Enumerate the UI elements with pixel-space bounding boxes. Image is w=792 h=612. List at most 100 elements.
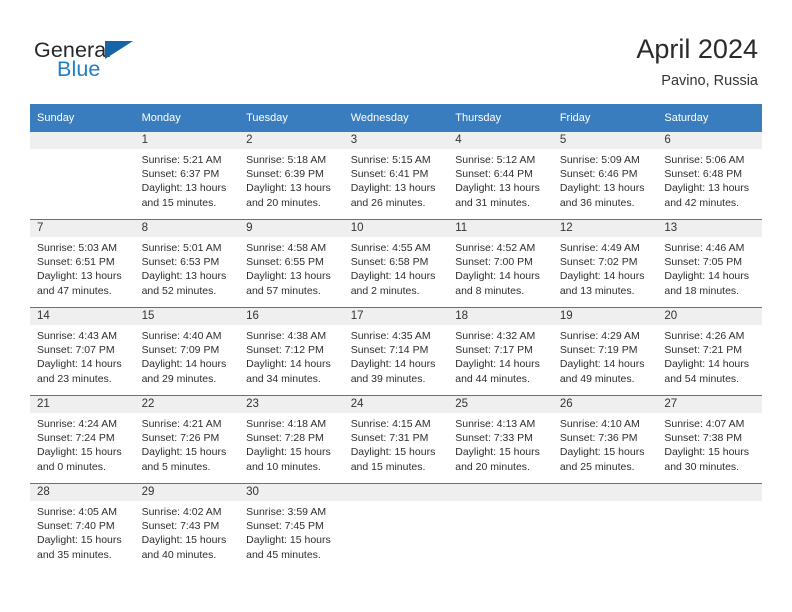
calendar-day-cell[interactable]: 25 Sunrise: 4:13 AM Sunset: 7:33 PM Dayligh… xyxy=(448,395,553,483)
day-number: 16 xyxy=(239,308,344,325)
calendar-day-cell[interactable]: 6 Sunrise: 5:06 AM Sunset: 6:48 PM Daylight… xyxy=(657,131,762,219)
day-cell-inner: 22 Sunrise: 4:21 AM Sunset: 7:26 PM Dayligh… xyxy=(134,395,240,483)
day-number: 29 xyxy=(134,484,240,501)
calendar-day-cell[interactable]: 17 Sunrise: 4:35 AM Sunset: 7:14 PM Dayligh… xyxy=(343,307,449,395)
day-number: 24 xyxy=(343,396,449,413)
calendar-day-cell[interactable]: 15 Sunrise: 4:40 AM Sunset: 7:09 PM Dayligh… xyxy=(134,307,240,395)
day-cell-details: Sunrise: 4:26 AM Sunset: 7:21 PM Daylight:… xyxy=(657,325,762,386)
calendar-day-cell[interactable]: 16 Sunrise: 4:38 AM Sunset: 7:12 PM Dayligh… xyxy=(239,307,344,395)
calendar-day-cell[interactable]: 14 Sunrise: 4:43 AM Sunset: 7:07 PM Dayligh… xyxy=(30,307,135,395)
page-title: April 2024 xyxy=(636,34,758,64)
sunset-text: Sunset: 6:46 PM xyxy=(559,168,638,181)
calendar-day-cell[interactable]: 1 Sunrise: 5:21 AM Sunset: 6:37 PM Daylight… xyxy=(134,131,240,219)
day-number: 18 xyxy=(448,308,553,325)
day-cell-inner xyxy=(552,483,658,571)
day-number: 19 xyxy=(552,308,658,325)
calendar-day-cell[interactable]: 3 Sunrise: 5:15 AM Sunset: 6:41 PM Daylight… xyxy=(343,131,449,219)
sunset-text: Sunset: 7:38 PM xyxy=(664,432,743,445)
calendar-day-cell[interactable]: 12 Sunrise: 4:49 AM Sunset: 7:02 PM Dayligh… xyxy=(552,219,658,307)
sunset-text: Sunset: 6:55 PM xyxy=(246,256,324,269)
sunrise-text: Sunrise: 4:32 AM xyxy=(455,330,536,342)
calendar-day-cell[interactable]: 30 Sunrise: 3:59 AM Sunset: 7:45 PM Dayligh… xyxy=(239,483,344,571)
day-cell-inner: 27 Sunrise: 4:07 AM Sunset: 7:38 PM Dayligh… xyxy=(657,395,762,483)
sunset-text: Sunset: 7:28 PM xyxy=(246,432,324,445)
sunrise-text: Sunrise: 4:02 AM xyxy=(141,506,222,518)
sunset-text: Sunset: 7:02 PM xyxy=(559,256,638,269)
calendar-day-cell[interactable]: 11 Sunrise: 4:52 AM Sunset: 7:00 PM Dayligh… xyxy=(448,219,553,307)
sunset-text: Sunset: 7:43 PM xyxy=(141,520,220,533)
day-number: 10 xyxy=(343,220,449,237)
sunset-text: Sunset: 7:14 PM xyxy=(350,344,429,357)
day-cell-details: Sunrise: 5:09 AM Sunset: 6:46 PM Daylight:… xyxy=(553,149,658,210)
calendar-body: 1 Sunrise: 5:21 AM Sunset: 6:37 PM Daylight… xyxy=(30,131,762,571)
day-number xyxy=(552,484,658,501)
calendar-day-cell[interactable]: 10 Sunrise: 4:55 AM Sunset: 6:58 PM Dayligh… xyxy=(343,219,449,307)
sunset-text: Sunset: 7:00 PM xyxy=(455,256,533,269)
calendar-day-cell[interactable]: 28 Sunrise: 4:05 AM Sunset: 7:40 PM Dayligh… xyxy=(30,483,135,571)
calendar-week-row: 21 Sunrise: 4:24 AM Sunset: 7:24 PM Dayligh… xyxy=(30,395,762,483)
day-cell-inner: 16 Sunrise: 4:38 AM Sunset: 7:12 PM Dayligh… xyxy=(239,307,344,395)
day-cell-details: Sunrise: 4:21 AM Sunset: 7:26 PM Daylight:… xyxy=(135,413,240,474)
sunset-text: Sunset: 7:36 PM xyxy=(559,432,638,445)
day-number xyxy=(657,484,762,501)
calendar-day-cell[interactable]: 9 Sunrise: 4:58 AM Sunset: 6:55 PM Daylight… xyxy=(239,219,344,307)
daylight-text: Daylight: 14 hours and 49 minutes. xyxy=(559,358,645,385)
day-cell-details: Sunrise: 4:10 AM Sunset: 7:36 PM Daylight:… xyxy=(553,413,658,474)
day-cell-details: Sunrise: 5:21 AM Sunset: 6:37 PM Daylight:… xyxy=(135,149,240,210)
general-blue-logo[interactable]: General Blue xyxy=(34,38,254,88)
calendar-day-cell[interactable]: 29 Sunrise: 4:02 AM Sunset: 7:43 PM Dayligh… xyxy=(134,483,240,571)
calendar-day-cell[interactable]: 21 Sunrise: 4:24 AM Sunset: 7:24 PM Dayligh… xyxy=(30,395,135,483)
calendar-day-cell[interactable] xyxy=(552,483,658,571)
calendar-week-row: 1 Sunrise: 5:21 AM Sunset: 6:37 PM Daylight… xyxy=(30,131,762,219)
sunset-text: Sunset: 7:09 PM xyxy=(141,344,220,357)
sunset-text: Sunset: 6:58 PM xyxy=(350,256,429,269)
day-cell-inner xyxy=(448,483,553,571)
sunrise-text: Sunrise: 4:21 AM xyxy=(141,418,222,430)
sunrise-text: Sunrise: 4:29 AM xyxy=(559,330,640,342)
day-number: 14 xyxy=(30,308,135,325)
sunrise-text: Sunrise: 4:38 AM xyxy=(246,330,327,342)
weekday-header-monday: Monday xyxy=(134,104,240,131)
sunrise-text: Sunrise: 5:06 AM xyxy=(664,154,745,166)
calendar-day-cell[interactable] xyxy=(343,483,449,571)
calendar-day-cell[interactable]: 24 Sunrise: 4:15 AM Sunset: 7:31 PM Dayligh… xyxy=(343,395,449,483)
logo-text-blue: Blue xyxy=(57,57,101,81)
calendar-day-cell[interactable]: 8 Sunrise: 5:01 AM Sunset: 6:53 PM Daylight… xyxy=(134,219,240,307)
day-number: 2 xyxy=(239,132,344,149)
sunset-text: Sunset: 6:51 PM xyxy=(37,256,115,269)
day-cell-inner: 2 Sunrise: 5:18 AM Sunset: 6:39 PM Daylight… xyxy=(239,131,344,219)
calendar-day-cell[interactable]: 18 Sunrise: 4:32 AM Sunset: 7:17 PM Dayligh… xyxy=(448,307,553,395)
calendar-day-cell[interactable]: 13 Sunrise: 4:46 AM Sunset: 7:05 PM Dayligh… xyxy=(657,219,762,307)
calendar-day-cell[interactable]: 5 Sunrise: 5:09 AM Sunset: 6:46 PM Daylight… xyxy=(552,131,658,219)
calendar-day-cell[interactable]: 7 Sunrise: 5:03 AM Sunset: 6:51 PM Daylight… xyxy=(30,219,135,307)
sunset-text: Sunset: 6:37 PM xyxy=(141,168,220,181)
calendar-day-cell[interactable]: 19 Sunrise: 4:29 AM Sunset: 7:19 PM Dayligh… xyxy=(552,307,658,395)
calendar-day-cell[interactable]: 2 Sunrise: 5:18 AM Sunset: 6:39 PM Daylight… xyxy=(239,131,344,219)
sunrise-text: Sunrise: 4:10 AM xyxy=(559,418,640,430)
day-cell-details: Sunrise: 5:18 AM Sunset: 6:39 PM Daylight:… xyxy=(239,149,344,210)
day-cell-inner: 13 Sunrise: 4:46 AM Sunset: 7:05 PM Dayligh… xyxy=(657,219,762,307)
sunset-text: Sunset: 7:07 PM xyxy=(37,344,115,357)
daylight-text: Daylight: 14 hours and 54 minutes. xyxy=(664,358,750,385)
weekday-header-tuesday: Tuesday xyxy=(239,104,344,131)
calendar-day-cell[interactable]: 23 Sunrise: 4:18 AM Sunset: 7:28 PM Dayligh… xyxy=(239,395,344,483)
calendar-day-cell[interactable]: 4 Sunrise: 5:12 AM Sunset: 6:44 PM Daylight… xyxy=(448,131,553,219)
sunset-text: Sunset: 7:31 PM xyxy=(350,432,429,445)
day-cell-details: Sunrise: 4:46 AM Sunset: 7:05 PM Daylight:… xyxy=(657,237,762,298)
day-number: 13 xyxy=(657,220,762,237)
day-cell-inner: 9 Sunrise: 4:58 AM Sunset: 6:55 PM Daylight… xyxy=(239,219,344,307)
daylight-text: Daylight: 14 hours and 44 minutes. xyxy=(455,358,540,385)
calendar-day-cell[interactable]: 26 Sunrise: 4:10 AM Sunset: 7:36 PM Dayligh… xyxy=(552,395,658,483)
calendar-day-cell[interactable]: 20 Sunrise: 4:26 AM Sunset: 7:21 PM Dayligh… xyxy=(657,307,762,395)
day-number xyxy=(448,484,553,501)
calendar-day-cell[interactable] xyxy=(448,483,553,571)
daylight-text: Daylight: 14 hours and 2 minutes. xyxy=(350,270,436,297)
calendar-day-cell[interactable] xyxy=(657,483,762,571)
title-block: April 2024 Pavino, Russia xyxy=(636,32,758,92)
day-number: 1 xyxy=(134,132,240,149)
sunrise-text: Sunrise: 4:49 AM xyxy=(559,242,640,254)
calendar-day-cell[interactable] xyxy=(30,131,135,219)
calendar-day-cell[interactable]: 22 Sunrise: 4:21 AM Sunset: 7:26 PM Dayligh… xyxy=(134,395,240,483)
day-cell-details: Sunrise: 4:15 AM Sunset: 7:31 PM Daylight:… xyxy=(344,413,449,474)
calendar-day-cell[interactable]: 27 Sunrise: 4:07 AM Sunset: 7:38 PM Dayligh… xyxy=(657,395,762,483)
